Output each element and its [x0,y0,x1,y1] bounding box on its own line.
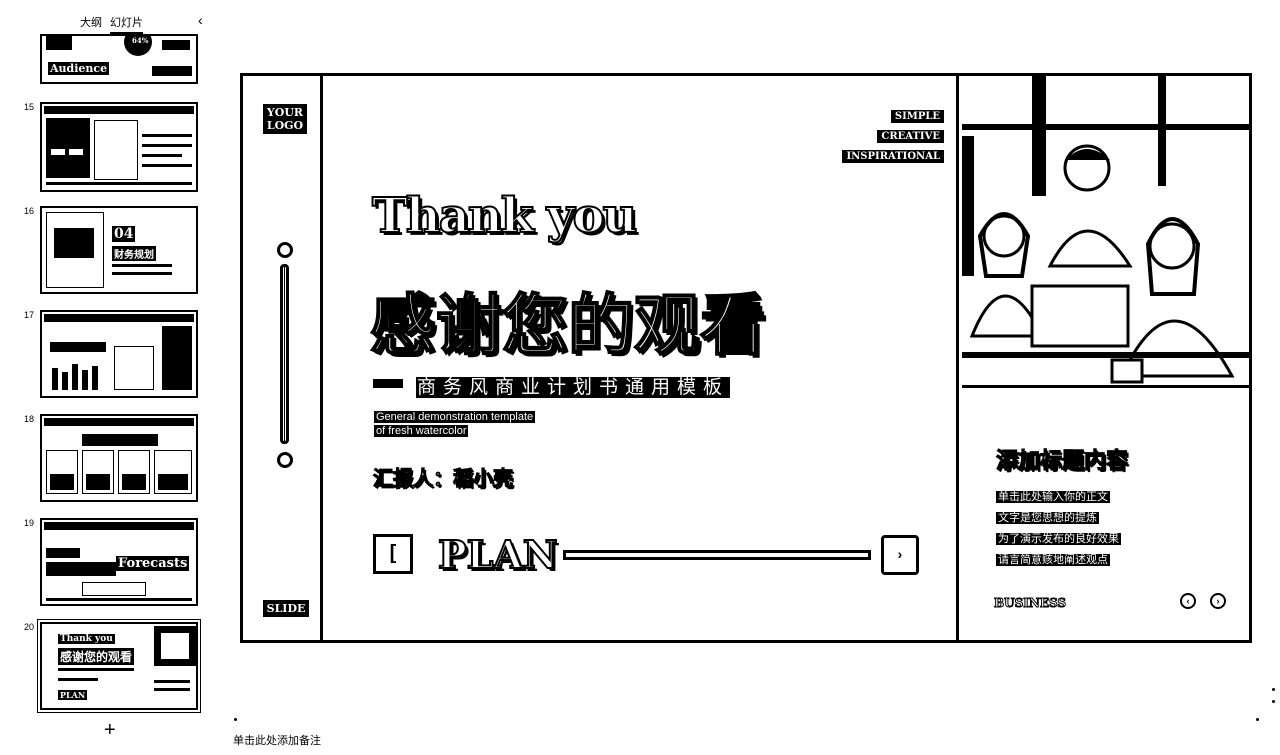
team-photo [962,76,1249,388]
slide-main: SIMPLE CREATIVE INSPIRATIONAL Thank you … [326,76,959,640]
thumb-caption: Audience [48,62,110,75]
slide-canvas[interactable]: YOUR LOGO SLIDE SIMPLE CREATIVE INSPIRAT… [240,73,1252,643]
subtitle-en-line-2: of fresh watercolor [374,425,469,437]
thumb-caption: Thank you [58,634,115,644]
slider-track [280,264,289,444]
slide-thumbnail-20[interactable]: Thank you 感谢您的观看 PLAN [37,619,201,713]
slider-knob-bottom [277,452,293,468]
business-tag: BUSINESS [993,596,1067,611]
thumbnail-row-20: 20 Thank you 感谢您的观看 PLAN [0,619,215,714]
slide-panel: 大纲 幻灯片 ‹ 64% Audience 15 16 04 财务规划 17 1… [0,0,215,755]
plan-label: PLAN [437,531,559,578]
thumbnail-row-17: 17 [0,310,215,402]
thumb-subcaption: 感谢您的观看 [58,648,135,665]
tab-outline[interactable]: 大纲 [80,14,102,30]
reporter: 汇报人：稻小壳 [373,468,514,491]
logo-box: YOUR LOGO [263,104,307,134]
slide-thumbnail-17[interactable] [40,310,198,398]
tag-simple: SIMPLE [890,110,944,123]
subtitle-en-line-1: General demonstration template [374,411,536,423]
slide-thumbnail-19[interactable]: Forecasts [40,518,198,606]
subtitle-dash [373,379,403,388]
slide-number: 18 [23,414,34,424]
tab-slides[interactable]: 幻灯片 [110,14,143,34]
slide-number: 15 [23,102,34,112]
tag-list: SIMPLE CREATIVE INSPIRATIONAL [842,110,944,170]
chevron-right-icon[interactable]: › [881,535,919,575]
plus-icon[interactable]: + [104,720,116,740]
thumb-plan: PLAN [58,690,88,700]
thumbnail-row-18: 18 [0,414,215,506]
slider-knob-top [277,242,293,258]
thumbnail-row-15: 15 [0,102,215,194]
dot-decoration [1256,718,1259,721]
info-line-1: 单击此处输入你的正文 [996,491,1110,503]
info-title: 添加标题内容 [995,448,1129,474]
info-body: 单击此处输入你的正文 文字是您思想的提炼 为了演示发布的良好效果 请言简意赅地阐… [996,487,1121,571]
slide-thumbnail-14[interactable]: 64% Audience [40,34,198,84]
slide-thumbnail-18[interactable] [40,414,198,502]
info-line-2: 文字是您思想的提炼 [996,512,1099,524]
slide-tag: SLIDE [263,600,309,617]
chevron-left-icon[interactable]: ‹ [1180,593,1196,609]
slide-number: 19 [23,518,34,528]
plan-line [563,550,871,560]
chevron-left-icon[interactable]: ‹ [198,12,203,28]
thumbnail-row-19: 19 Forecasts [0,518,215,610]
info-panel: 添加标题内容 单击此处输入你的正文 文字是您思想的提炼 为了演示发布的良好效果 … [962,391,1249,640]
dot-decoration [1272,700,1275,703]
notes-placeholder[interactable]: 单击此处添加备注 [233,732,321,748]
chevron-left-icon[interactable]: [ [373,534,413,574]
slide-number: 17 [23,310,34,320]
tag-inspirational: INSPIRATIONAL [842,150,944,163]
subtitle-en: General demonstration template of fresh … [374,410,554,438]
title-zh: 感谢您的观看 [369,286,767,365]
title-en: Thank you [371,187,638,245]
chevron-right-icon[interactable]: › [1210,593,1226,609]
dot-decoration [234,718,237,721]
team-photo-illustration [962,76,1249,385]
slide-number: 16 [23,206,34,216]
slide-rail: YOUR LOGO SLIDE [243,76,323,640]
info-line-4: 请言简意赅地阐述观点 [996,554,1110,566]
thumb-subcaption: 财务规划 [112,246,156,261]
info-line-3: 为了演示发布的良好效果 [996,533,1121,545]
thumb-caption: 04 [112,226,136,242]
subtitle-zh: 商务风商业计划书通用模板 [416,377,731,398]
panel-tabs: 大纲 幻灯片 ‹ [0,12,215,34]
tag-creative: CREATIVE [877,130,944,143]
slide-thumbnail-16[interactable]: 04 财务规划 [40,206,198,294]
slide-number: 20 [23,622,34,632]
thumb-caption: Forecasts [116,556,190,571]
thumbnail-row-16: 16 04 财务规划 [0,206,215,298]
dot-decoration [1272,688,1275,691]
thumb-percent: 64% [130,36,151,45]
slide-thumbnail-15[interactable] [40,102,198,192]
